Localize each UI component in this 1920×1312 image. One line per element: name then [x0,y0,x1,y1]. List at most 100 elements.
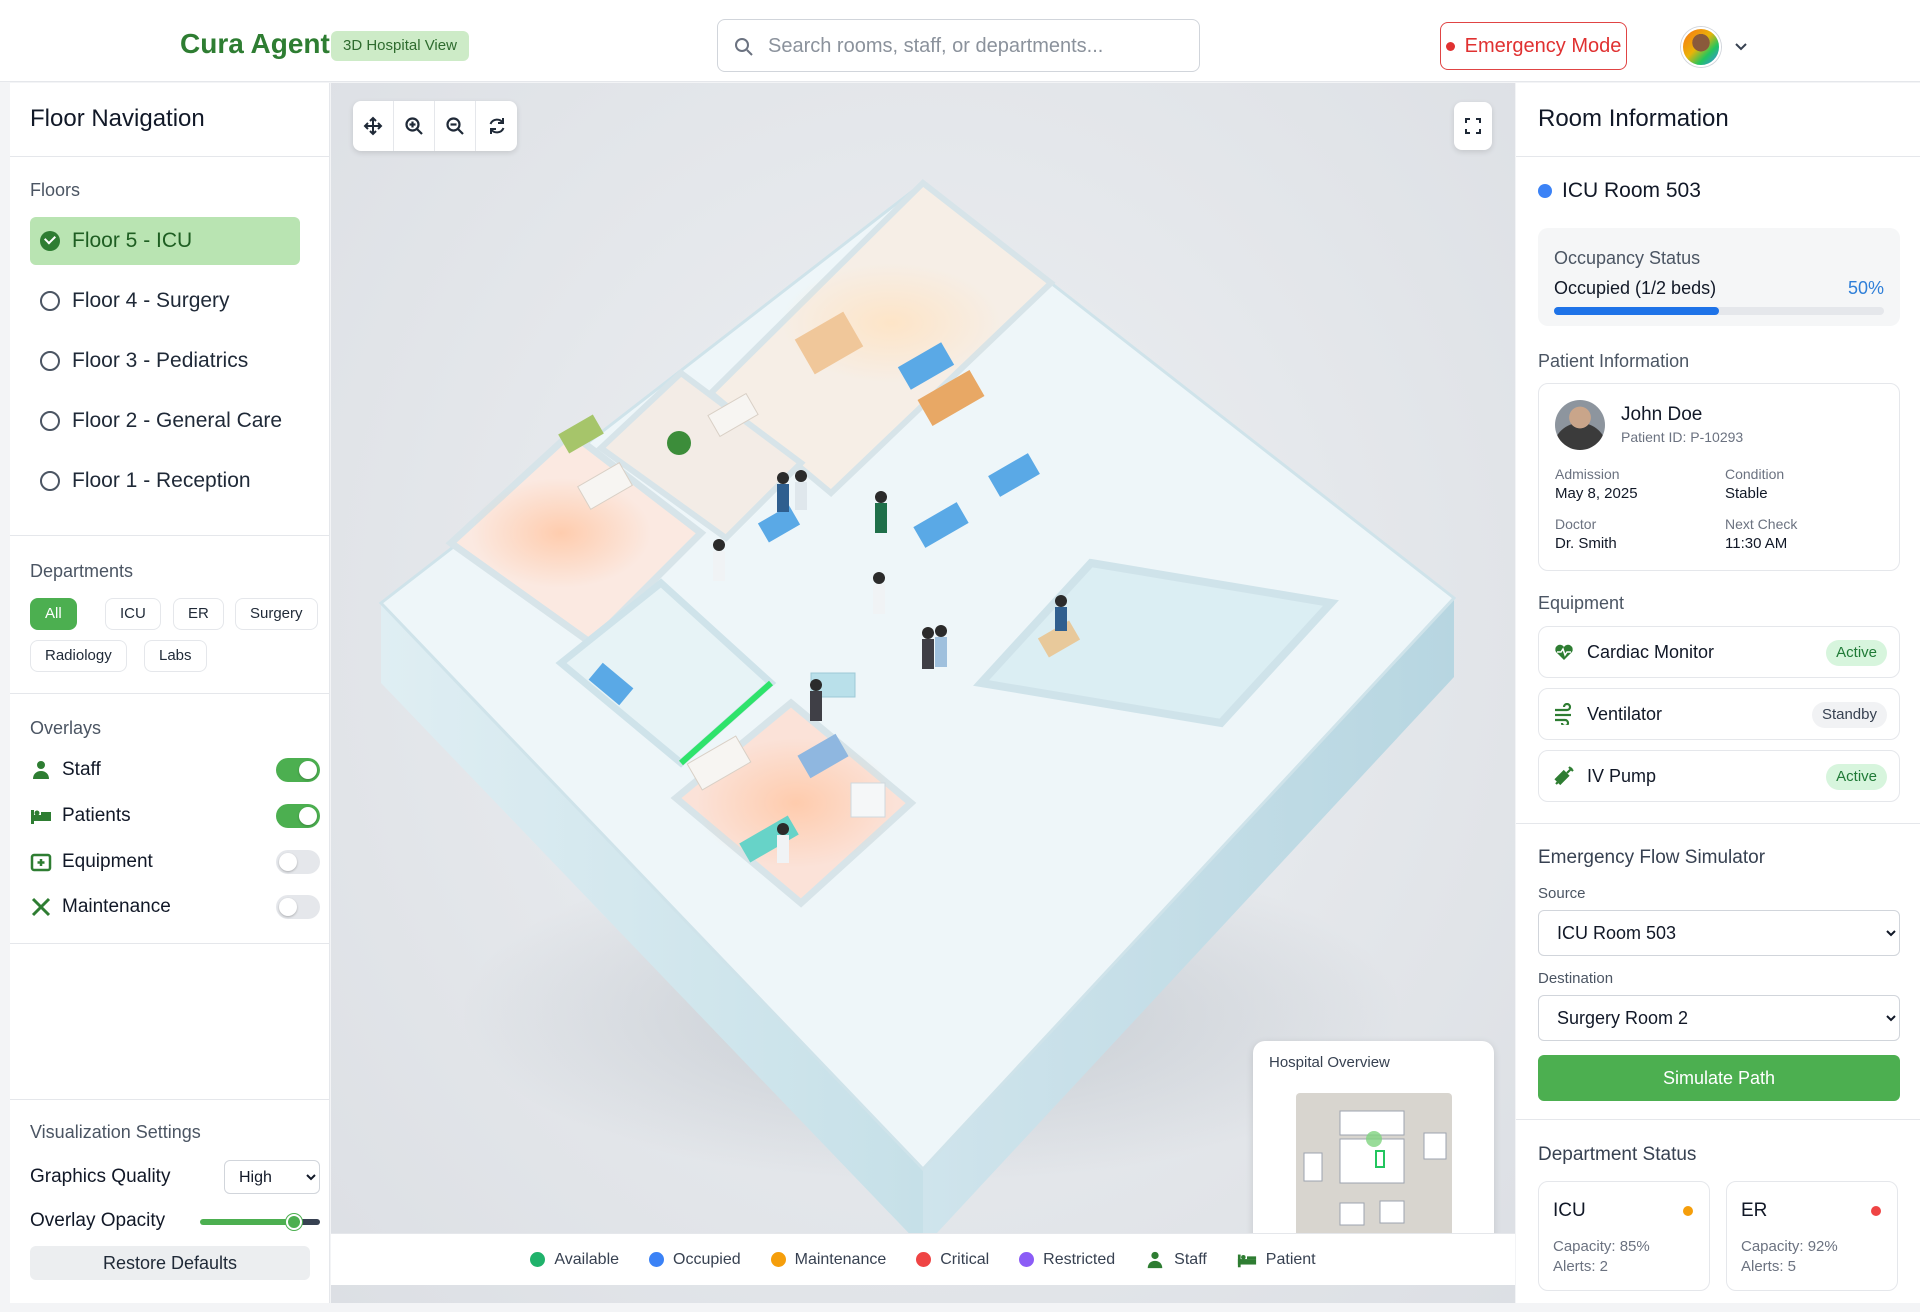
divider [10,943,330,944]
dept-alerts: Alerts: 5 [1741,1258,1797,1275]
overview-title: Hospital Overview [1269,1054,1390,1071]
staff-icon [33,761,49,779]
patients-toggle[interactable] [276,804,320,828]
next-check-field: Next Check 11:30 AM [1725,516,1797,552]
overlay-label: Staff [62,759,101,780]
room-name: ICU Room 503 [1538,179,1701,203]
source-label: Source [1538,885,1586,902]
source-select[interactable]: ICU Room 503 [1538,910,1900,956]
occupancy-label: Occupancy Status [1554,248,1701,268]
status-dot-icon [916,1252,932,1267]
radio-icon[interactable] [40,351,60,371]
graphics-quality-select[interactable]: High [224,1160,320,1194]
divider [10,1099,330,1100]
dept-status-card-er[interactable]: ER Capacity: 92% Alerts: 5 [1726,1181,1898,1291]
fullscreen-button[interactable] [1454,102,1492,150]
dept-chip-surgery[interactable]: Surgery [235,598,318,630]
equipment-cart[interactable] [850,782,886,818]
chevron-down-icon[interactable] [1731,36,1751,56]
dept-chip-er[interactable]: ER [173,598,224,630]
radio-icon[interactable] [40,471,60,491]
patient-id: Patient ID: P-10293 [1621,429,1744,445]
search-input[interactable] [768,30,1188,62]
floor-navigation-title: Floor Navigation [30,105,205,132]
floor-label: Floor 5 - ICU [72,229,193,252]
search-icon [735,38,753,56]
restore-defaults-button[interactable]: Restore Defaults [30,1246,310,1280]
occupancy-progress-bar [1554,307,1884,315]
equipment-cardiac-monitor[interactable]: Cardiac Monitor Active [1538,626,1900,678]
graphics-quality-row: Graphics Quality High [30,1160,320,1194]
equipment-ventilator[interactable]: Ventilator Standby [1538,688,1900,740]
room-light [471,478,651,588]
legend-patient: Patient [1237,1250,1316,1270]
zoom-in-icon [405,117,423,135]
patient-bed-icon [31,810,51,824]
field-label: Admission [1555,466,1620,482]
zoom-out-tool[interactable] [435,101,476,151]
dept-chip-radiology[interactable]: Radiology [30,640,127,672]
field-label: Next Check [1725,516,1798,532]
syringe-icon [1554,766,1574,786]
zoom-in-tool[interactable] [394,101,435,151]
patient-card[interactable]: John Doe Patient ID: P-10293 Admission M… [1538,383,1900,571]
overlay-patients-row: Patients [30,801,320,831]
equipment-name: Cardiac Monitor [1587,641,1715,662]
department-status-title: Department Status [1538,1144,1697,1165]
dept-status-card-icu[interactable]: ICU Capacity: 85% Alerts: 2 [1538,1181,1710,1291]
floor-5-item[interactable]: Floor 5 - ICU [30,217,300,265]
dept-capacity: Capacity: 92% [1741,1238,1838,1255]
dept-chip-labs[interactable]: Labs [144,640,207,672]
equipment-toggle[interactable] [276,850,320,874]
overlay-opacity-slider[interactable] [200,1214,320,1230]
patient-bed-icon [1237,1254,1256,1267]
legend-label: Restricted [1043,1250,1116,1268]
legend-label: Maintenance [794,1250,887,1268]
status-badge: Active [1826,764,1887,790]
floor-4-item[interactable]: Floor 4 - Surgery [30,277,300,325]
slider-handle[interactable] [285,1214,302,1230]
hospital-3d-view[interactable]: Hospital Overview Available Occupied Mai… [331,83,1515,1303]
search-box[interactable] [717,19,1200,72]
patient-name: John Doe [1621,404,1703,425]
dept-alerts: Alerts: 2 [1553,1258,1609,1275]
radio-icon[interactable] [40,291,60,311]
floor-2-item[interactable]: Floor 2 - General Care [30,397,300,445]
floor-1-item[interactable]: Floor 1 - Reception [30,457,300,505]
dept-chip-all[interactable]: All [30,598,77,630]
field-value: Dr. Smith [1555,535,1617,552]
user-avatar[interactable] [1681,27,1721,67]
status-dot-icon [770,1252,786,1267]
destination-select[interactable]: Surgery Room 2 [1538,995,1900,1041]
pan-tool[interactable] [353,101,394,151]
status-dot-icon [1683,1206,1693,1216]
overview-map[interactable] [1296,1093,1452,1248]
simulate-path-button[interactable]: Simulate Path [1538,1055,1900,1101]
status-dot-icon [649,1252,665,1267]
maintenance-toggle[interactable] [276,895,320,919]
top-header: Cura Agent 3D Hospital View Emergency Mo… [0,0,1920,82]
alert-dot-icon [1445,41,1455,51]
overlay-opacity-row: Overlay Opacity [30,1204,320,1238]
legend-label: Staff [1174,1250,1207,1268]
left-sidebar: Floor Navigation Floors Floor 5 - ICU Fl… [10,83,330,1303]
admission-field: Admission May 8, 2025 [1555,466,1638,502]
field-label: Doctor [1555,516,1597,532]
emergency-mode-button[interactable]: Emergency Mode [1440,22,1627,70]
floors-label: Floors [30,180,81,200]
radio-icon[interactable] [40,411,60,431]
staff-toggle[interactable] [276,758,320,782]
overlay-label: Equipment [62,851,153,872]
ventilator-icon [1555,703,1572,725]
brand-logo[interactable]: Cura Agent [180,28,330,60]
status-badge: Standby [1811,702,1887,728]
dept-chip-icu[interactable]: ICU [105,598,161,630]
refresh-icon [489,118,504,134]
legend-critical: Critical [916,1251,989,1269]
visualization-settings-label: Visualization Settings [30,1122,201,1142]
hospital-overview-minimap[interactable]: Hospital Overview [1253,1041,1494,1256]
legend-label: Critical [940,1250,990,1268]
reset-view-tool[interactable] [476,101,517,151]
equipment-iv-pump[interactable]: IV Pump Active [1538,750,1900,802]
floor-3-item[interactable]: Floor 3 - Pediatrics [30,337,300,385]
